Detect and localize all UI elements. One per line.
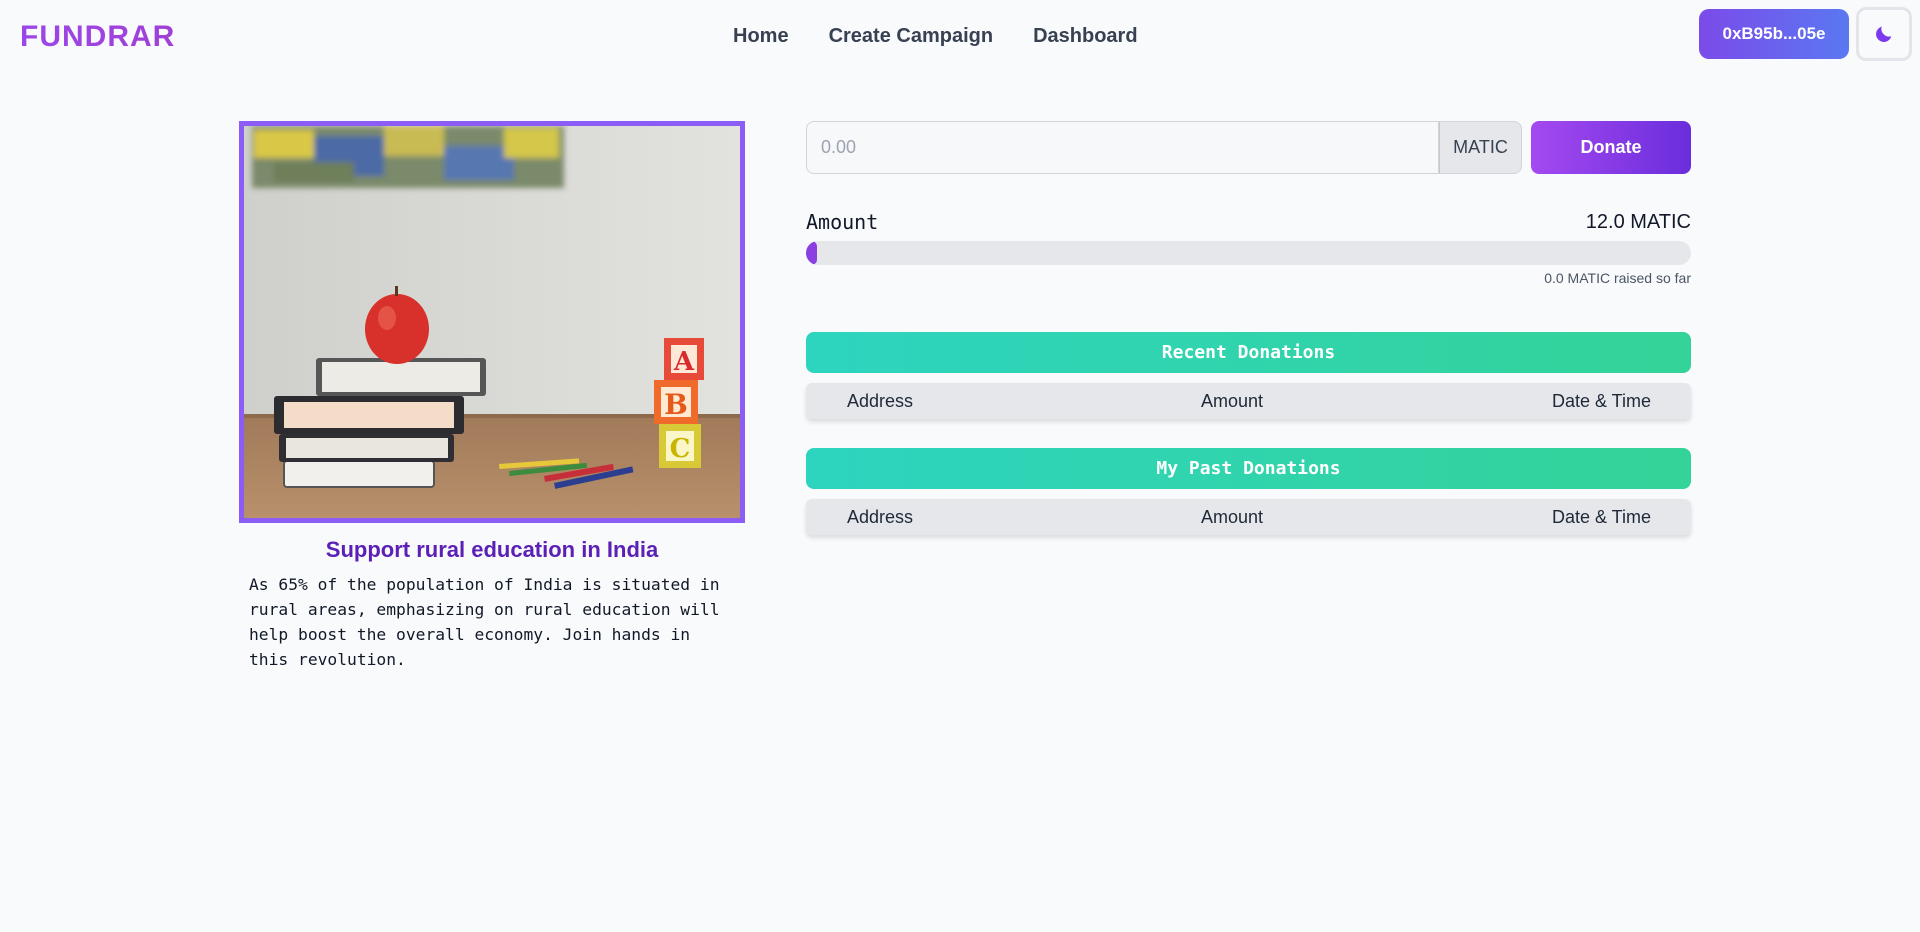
nav-home[interactable]: Home [733, 25, 789, 48]
funding-progress-bar [806, 241, 1691, 265]
column-header-amount: Amount [1201, 391, 1264, 411]
campaign-photo: A B C [244, 126, 740, 518]
wallet-address-button[interactable]: 0xB95b...05e [1699, 9, 1849, 59]
donation-amount-input[interactable] [806, 121, 1439, 174]
progress-label: Amount [806, 210, 879, 234]
nav-create-campaign[interactable]: Create Campaign [829, 25, 994, 48]
campaign-description: As 65% of the population of India is sit… [249, 575, 720, 669]
goal-amount: 12.0 MATIC [1585, 211, 1691, 233]
moon-icon [1876, 26, 1892, 42]
main-nav: Home Create Campaign Dashboard [733, 25, 1138, 48]
top-navbar: FUNDRAR Home Create Campaign Dashboard 0… [0, 0, 1920, 78]
column-header-amount: Amount [1201, 507, 1264, 527]
recent-donations-header: Recent Donations [806, 332, 1691, 373]
column-header-address: Address [847, 391, 914, 411]
logo[interactable]: FUNDRAR [20, 20, 175, 54]
past-donations-header: My Past Donations [806, 448, 1691, 489]
campaign-title: Support rural education in India [325, 537, 659, 562]
svg-text:B: B [664, 388, 688, 421]
funding-progress-fill [806, 241, 817, 265]
raised-amount-text: 0.0 MATIC raised so far [1544, 270, 1691, 286]
recent-donations-table-header: Address Amount Date & Time [806, 383, 1691, 419]
donate-button[interactable]: Donate [1531, 121, 1691, 174]
campaign-image: A B C [239, 121, 745, 523]
column-header-date-time: Date & Time [1551, 507, 1651, 527]
column-header-date-time: Date & Time [1551, 391, 1651, 411]
column-header-address: Address [847, 507, 914, 527]
currency-unit-label: MATIC [1439, 121, 1522, 174]
past-donations-table-header: Address Amount Date & Time [806, 499, 1691, 535]
nav-dashboard[interactable]: Dashboard [1033, 25, 1137, 48]
theme-toggle-button[interactable] [1856, 7, 1912, 61]
svg-text:A: A [673, 347, 695, 377]
svg-text:C: C [670, 434, 691, 464]
